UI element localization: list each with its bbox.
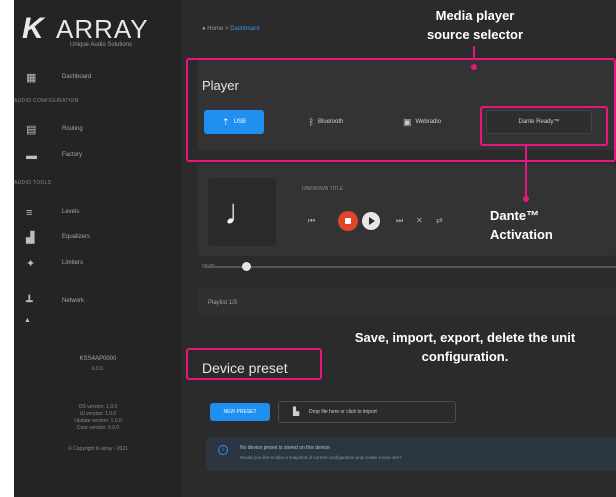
annotation-dante: Dante™ Activation (490, 208, 553, 242)
breadcrumb-separator: > (224, 26, 229, 32)
sidebar-item-label: Levels (62, 209, 80, 215)
collapse-icon[interactable]: ▲ (24, 317, 32, 324)
previous-icon[interactable]: ⏮ (308, 216, 315, 226)
device-sub: 0.0.0. (91, 366, 105, 372)
source-selector-pin (473, 46, 475, 60)
seek-bar[interactable] (206, 266, 616, 268)
dante-pin (525, 146, 527, 202)
version-line: UI version: 1.0.0 (79, 411, 117, 417)
network-icon: ┻ (26, 296, 33, 308)
sidebar-item-equalizers[interactable]: ▟ Equalizers (14, 228, 182, 250)
sidebar-item-network[interactable]: ┻ Network (14, 292, 182, 314)
copyright: © Copyright K-array - 2021 (68, 446, 128, 452)
sidebar-item-label: Equalizers (62, 234, 91, 240)
breadcrumb-current[interactable]: Dashboard (230, 26, 259, 32)
next-icon[interactable]: ⏭ (396, 216, 403, 226)
repeat-icon[interactable]: ⇄ (436, 216, 443, 225)
dante-dot (523, 196, 529, 202)
version-line: Update version: 1.0.0 (74, 418, 122, 424)
sidebar-item-label: Routing (62, 126, 83, 132)
playlist-row[interactable] (198, 288, 616, 316)
info-icon: i (218, 445, 228, 455)
logo-text: ARRAY (56, 14, 149, 44)
sidebar-item-dashboard[interactable]: ▦ Dashboard (14, 68, 182, 90)
shuffle-icon[interactable]: ✕ (416, 216, 423, 225)
logo: K ARRAY Unique Audio Solutions (18, 10, 178, 50)
sidebar-item-factory[interactable]: ▬ Factory (14, 146, 182, 168)
preset-info-box: i No device preset is stored on this dev… (206, 437, 616, 471)
sidebar-item-limiters[interactable]: ✦ Limiters (14, 254, 182, 276)
sidebar-item-levels[interactable]: ≡ Levels (14, 203, 182, 225)
sidebar-item-label: Limiters (62, 260, 84, 266)
play-button[interactable] (362, 212, 380, 230)
routing-icon: ▤ (26, 124, 37, 136)
import-drop-zone[interactable]: ▙ Drop file here or click to import (278, 401, 456, 423)
info-title: No device preset is stored on this devic… (240, 445, 330, 451)
file-icon: ▙ (293, 407, 300, 416)
breadcrumb-home[interactable]: Home (207, 26, 223, 32)
sidebar-item-routing[interactable]: ▤ Routing (14, 120, 182, 142)
levels-icon: ≡ (26, 207, 33, 219)
sidebar-item-label: Factory (62, 152, 83, 158)
annotation-preset: Save, import, export, delete the unit co… (354, 330, 576, 364)
stop-button[interactable] (338, 211, 358, 231)
sidebar: K ARRAY Unique Audio Solutions ▦ Dashboa… (14, 0, 182, 497)
version-line: OS version: 1.0.0 (78, 404, 118, 410)
seek-handle[interactable] (242, 262, 251, 271)
logo-mark: K (22, 12, 44, 45)
dante-highlight (480, 106, 608, 146)
music-note-icon: ♩ (208, 178, 276, 246)
version-line: Core version: 0.0.0 (76, 425, 120, 431)
sidebar-item-label: Network (62, 298, 85, 304)
section-audio-configuration: AUDIO CONFIGURATION (14, 98, 79, 104)
limiters-icon: ✦ (26, 258, 36, 270)
preset-highlight (186, 348, 322, 380)
logo-tagline: Unique Audio Solutions (70, 42, 133, 48)
sidebar-item-label: Dashboard (62, 74, 92, 80)
source-selector-dot (471, 64, 477, 70)
home-icon: ● (202, 26, 206, 32)
info-sub: Would you like to take a snapshot of cur… (240, 455, 402, 460)
new-preset-button[interactable]: NEW PRESET (210, 403, 270, 421)
equalizer-icon: ▟ (26, 232, 35, 244)
app-window: K ARRAY Unique Audio Solutions ▦ Dashboa… (14, 0, 616, 497)
track-title: UNKNOWN TITLE (302, 186, 344, 192)
factory-icon: ▬ (26, 150, 37, 162)
breadcrumb: ● Home > Dashboard (202, 26, 260, 32)
annotation-source-selector: Media player source selector (426, 8, 524, 42)
device-name: KSS4AP0000 (79, 356, 117, 362)
section-audio-tools: AUDIO TOOLS (14, 180, 52, 186)
dashboard-icon: ▦ (26, 72, 37, 84)
playlist-label: Playlist 1/3 (208, 300, 238, 306)
